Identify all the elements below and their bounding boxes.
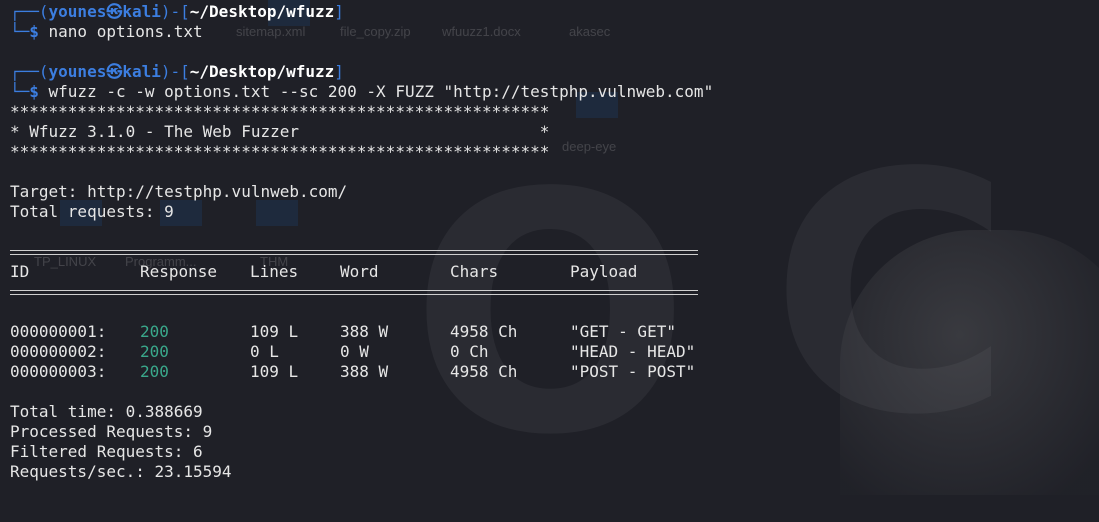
- table-row: 000000003: 200 109 L 388 W 4958 Ch "POST…: [10, 362, 710, 382]
- row-chars: 4958 Ch: [450, 362, 518, 381]
- prompt-header: ┌──(younes㉿kali)-[~/Desktop/wfuzz]: [10, 2, 344, 21]
- terminal-output[interactable]: ┌──(younes㉿kali)-[~/Desktop/wfuzz] └─$ n…: [0, 0, 1099, 495]
- prompt-path: ~/Desktop/wfuzz: [189, 2, 335, 21]
- row-id: 000000002:: [10, 342, 107, 361]
- prompt-host: kali: [122, 62, 161, 81]
- header-chars: Chars: [450, 262, 499, 281]
- target-line: Target: http://testphp.vulnweb.com/: [10, 182, 348, 201]
- results-table-header: ID Response Lines Word Chars Payload: [10, 262, 710, 282]
- row-id: 000000001:: [10, 322, 107, 341]
- prompt-command-line: └─$ nano options.txt: [10, 22, 203, 41]
- banner-border: ****************************************…: [10, 102, 550, 121]
- requests-per-sec-line: Requests/sec.: 23.15594: [10, 462, 232, 481]
- prompt-command-line: └─$ wfuzz -c -w options.txt --sc 200 -X …: [10, 82, 714, 101]
- row-payload: "POST - POST": [570, 362, 696, 381]
- row-word: 0 W: [340, 342, 369, 361]
- header-lines: Lines: [250, 262, 299, 281]
- header-id: ID: [10, 262, 30, 281]
- row-chars: 0 Ch: [450, 342, 489, 361]
- command-text: nano options.txt: [48, 22, 203, 41]
- table-row: 000000002: 200 0 L 0 W 0 Ch "HEAD - HEAD…: [10, 342, 710, 362]
- table-divider: [10, 250, 698, 255]
- header-word: Word: [340, 262, 379, 281]
- table-row: 000000001: 200 109 L 388 W 4958 Ch "GET …: [10, 322, 710, 342]
- total-requests-line: Total requests: 9: [10, 202, 174, 221]
- banner-title: * Wfuzz 3.1.0 - The Web Fuzzer *: [10, 122, 550, 141]
- row-response: 200: [140, 342, 169, 361]
- row-lines: 109 L: [250, 322, 299, 341]
- table-divider: [10, 290, 698, 295]
- prompt-user: younes: [48, 62, 107, 81]
- filtered-requests-line: Filtered Requests: 6: [10, 442, 203, 461]
- row-lines: 0 L: [250, 342, 279, 361]
- prompt-host: kali: [122, 2, 161, 21]
- row-payload: "GET - GET": [570, 322, 676, 341]
- banner-border: ****************************************…: [10, 142, 550, 161]
- row-response: 200: [140, 322, 169, 341]
- processed-requests-line: Processed Requests: 9: [10, 422, 213, 441]
- prompt-user: younes: [48, 2, 107, 21]
- command-text: wfuzz -c -w options.txt --sc 200 -X FUZZ…: [48, 82, 714, 101]
- row-word: 388 W: [340, 322, 389, 341]
- header-response: Response: [140, 262, 218, 281]
- row-chars: 4958 Ch: [450, 322, 518, 341]
- row-payload: "HEAD - HEAD": [570, 342, 696, 361]
- row-id: 000000003:: [10, 362, 107, 381]
- prompt-path: ~/Desktop/wfuzz: [189, 62, 335, 81]
- header-payload: Payload: [570, 262, 638, 281]
- row-lines: 109 L: [250, 362, 299, 381]
- total-time-line: Total time: 0.388669: [10, 402, 203, 421]
- row-word: 388 W: [340, 362, 389, 381]
- row-response: 200: [140, 362, 169, 381]
- prompt-header: ┌──(younes㉿kali)-[~/Desktop/wfuzz]: [10, 62, 344, 81]
